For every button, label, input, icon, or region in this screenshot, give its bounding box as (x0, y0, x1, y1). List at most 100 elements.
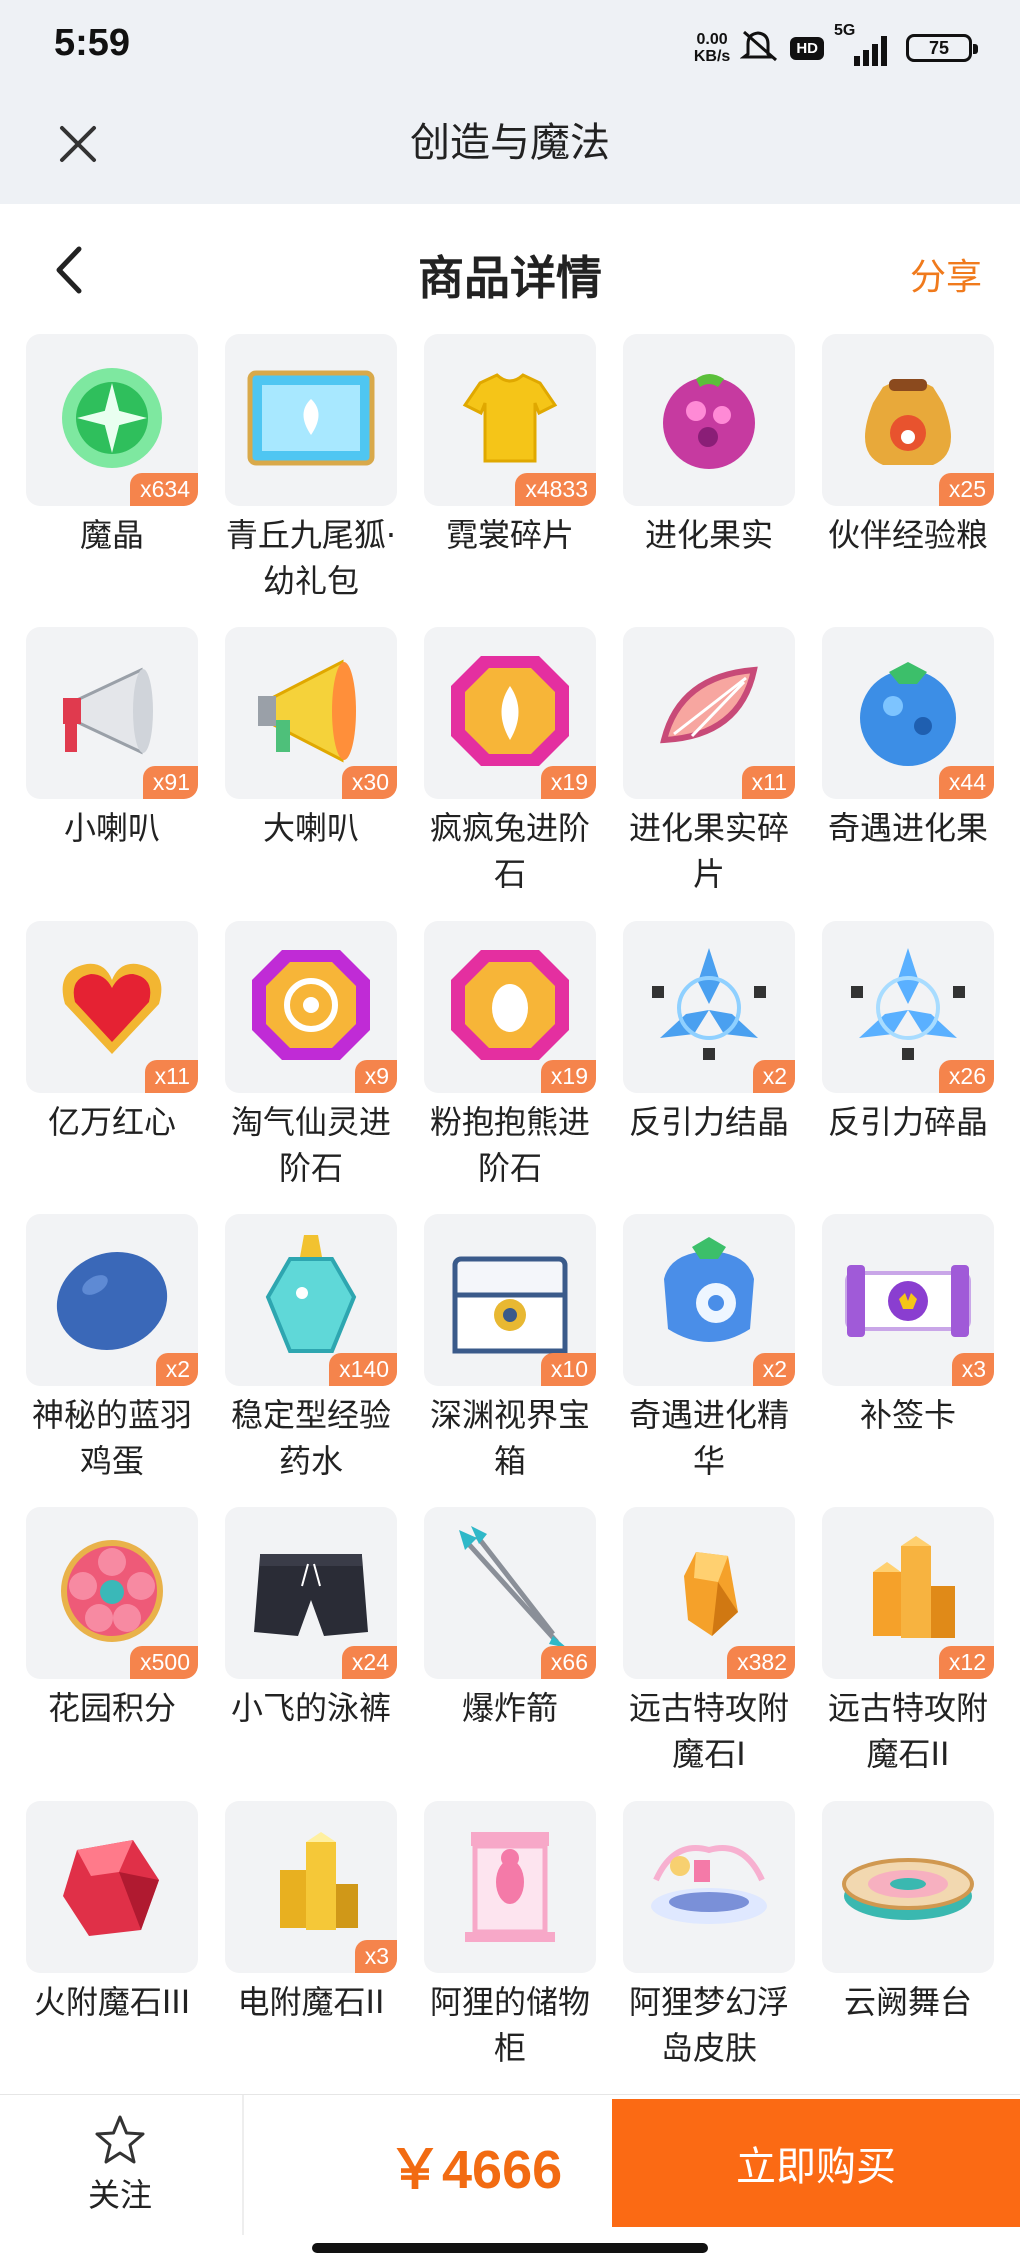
item-name: 火附魔石III (33, 1982, 191, 2021)
item-thumbnail: x44 (822, 627, 994, 800)
item-name: 小飞的泳裤 (230, 1689, 391, 1728)
item-card[interactable]: x66 爆炸箭 (424, 1507, 596, 1800)
item-name: 进化果实 (644, 516, 773, 554)
share-button[interactable]: 分享 (910, 248, 982, 300)
pink-cabinet-icon (435, 1810, 585, 1964)
item-name: 神秘的蓝羽鸡蛋 (31, 1395, 192, 1480)
item-name: 阿狸的储物柜 (429, 1982, 590, 2067)
item-card[interactable]: x26 反引力碎晶 (822, 920, 994, 1214)
item-card[interactable]: 进化果实 (623, 334, 795, 627)
item-thumbnail: x19 (424, 627, 596, 800)
quantity-badge: x500 (130, 1646, 198, 1680)
item-thumbnail: x500 (26, 1507, 198, 1680)
item-card[interactable]: x382 远古特攻附魔石I (623, 1507, 795, 1800)
item-thumbnail: x2 (26, 1213, 198, 1386)
follow-label: 关注 (87, 2176, 152, 2214)
quantity-badge: x2 (155, 1352, 198, 1386)
item-card[interactable]: x140 稳定型经验药水 (225, 1213, 397, 1507)
item-thumbnail: x26 (822, 920, 994, 1093)
item-card[interactable]: x3 电附魔石II (225, 1800, 397, 2094)
follow-button[interactable]: 关注 (0, 2095, 240, 2235)
item-card[interactable]: x634 魔晶 (26, 334, 198, 627)
item-card[interactable]: x25 伙伴经验粮 (822, 334, 994, 627)
item-thumbnail: x30 (225, 627, 397, 800)
item-card[interactable]: 青丘九尾狐·幼礼包 (225, 334, 397, 627)
signal-icon: 5G (834, 22, 896, 68)
item-name: 魔晶 (79, 516, 144, 554)
app-bar: 创造与魔法 (0, 96, 1020, 204)
item-name: 阿狸梦幻浮岛皮肤 (628, 1982, 789, 2067)
item-card[interactable]: x4833 霓裳碎片 (424, 334, 596, 627)
quantity-badge: x2 (752, 1352, 795, 1386)
status-bar: 5:59 0.00 KB/s HD 5G 75 (0, 0, 1020, 96)
quantity-badge: x44 (938, 766, 994, 800)
item-name: 云阙舞台 (843, 1982, 972, 2021)
item-card[interactable]: x2 反引力结晶 (623, 920, 795, 1214)
item-thumbnail: x2 (623, 1213, 795, 1386)
status-time: 5:59 (54, 22, 131, 64)
app-title: 创造与魔法 (410, 120, 610, 166)
network-speed: 0.00 KB/s (694, 31, 730, 65)
battery-level: 75 (928, 37, 950, 58)
item-name: 稳定型经验药水 (230, 1395, 391, 1480)
buy-now-button[interactable]: 立即购买 (612, 2099, 1020, 2227)
item-name: 奇遇进化果 (827, 809, 988, 848)
item-card[interactable]: 阿狸梦幻浮岛皮肤 (623, 1800, 795, 2094)
mute-icon (739, 28, 780, 68)
item-card[interactable]: x11 进化果实碎片 (623, 627, 795, 920)
item-thumbnail (822, 1800, 994, 1973)
quantity-badge: x4833 (515, 473, 596, 506)
item-thumbnail (623, 1800, 795, 1973)
quantity-badge: x140 (329, 1352, 397, 1386)
hd-badge: HD (790, 36, 824, 60)
item-name: 电附魔石II (237, 1982, 385, 2021)
quantity-badge: x382 (727, 1646, 795, 1680)
item-card[interactable]: x9 淘气仙灵进阶石 (225, 920, 397, 1214)
item-thumbnail: x10 (424, 1213, 596, 1386)
item-card[interactable]: x11 亿万红心 (26, 920, 198, 1214)
quantity-badge: x26 (938, 1059, 994, 1093)
item-card[interactable]: x19 粉抱抱熊进阶石 (424, 920, 596, 1214)
item-thumbnail: x9 (225, 920, 397, 1093)
quantity-badge: x24 (341, 1646, 397, 1680)
bottom-bar: 关注 ￥4666 立即购买 (0, 2094, 1020, 2235)
quantity-badge: x25 (938, 473, 994, 506)
floating-island-icon (634, 1810, 784, 1964)
item-thumbnail: x66 (424, 1507, 596, 1680)
evolution-fruit-icon (634, 343, 784, 497)
item-card[interactable]: x19 疯疯兔进阶石 (424, 627, 596, 920)
item-thumbnail: x3 (822, 1213, 994, 1386)
item-card[interactable]: x91 小喇叭 (26, 627, 198, 920)
item-card[interactable]: 火附魔石III (26, 1800, 198, 2094)
quantity-badge: x19 (540, 1059, 596, 1093)
item-thumbnail (623, 334, 795, 506)
quantity-badge: x91 (142, 766, 198, 800)
item-card[interactable]: x10 深渊视界宝箱 (424, 1213, 596, 1507)
item-card[interactable]: 阿狸的储物柜 (424, 1800, 596, 2094)
item-thumbnail: x19 (424, 920, 596, 1093)
item-card[interactable]: 云阙舞台 (822, 1800, 994, 2094)
item-card[interactable]: x12 远古特攻附魔石II (822, 1507, 994, 1800)
quantity-badge: x12 (938, 1646, 994, 1680)
item-card[interactable]: x24 小飞的泳裤 (225, 1507, 397, 1800)
item-name: 反引力结晶 (628, 1102, 789, 1141)
quantity-badge: x3 (951, 1352, 994, 1386)
item-card[interactable]: x500 花园积分 (26, 1507, 198, 1800)
page-header: 商品详情 分享 (0, 204, 1020, 334)
item-card[interactable]: x3 补签卡 (822, 1213, 994, 1507)
quantity-badge: x11 (741, 766, 795, 800)
item-name: 深渊视界宝箱 (429, 1395, 590, 1480)
item-card[interactable]: x44 奇遇进化果 (822, 627, 994, 920)
item-thumbnail: x4833 (424, 334, 596, 506)
item-name: 疯疯兔进阶石 (429, 809, 590, 894)
item-name: 小喇叭 (63, 809, 160, 848)
item-thumbnail: x25 (822, 334, 994, 506)
item-name: 粉抱抱熊进阶石 (429, 1102, 590, 1187)
item-thumbnail (225, 334, 397, 506)
item-card[interactable]: x2 神秘的蓝羽鸡蛋 (26, 1213, 198, 1507)
network-speed-value: 0.00 (696, 31, 728, 48)
item-card[interactable]: x30 大喇叭 (225, 627, 397, 920)
item-name: 远古特攻附魔石II (827, 1689, 988, 1774)
item-card[interactable]: x2 奇遇进化精华 (623, 1213, 795, 1507)
quantity-badge: x634 (130, 473, 198, 506)
